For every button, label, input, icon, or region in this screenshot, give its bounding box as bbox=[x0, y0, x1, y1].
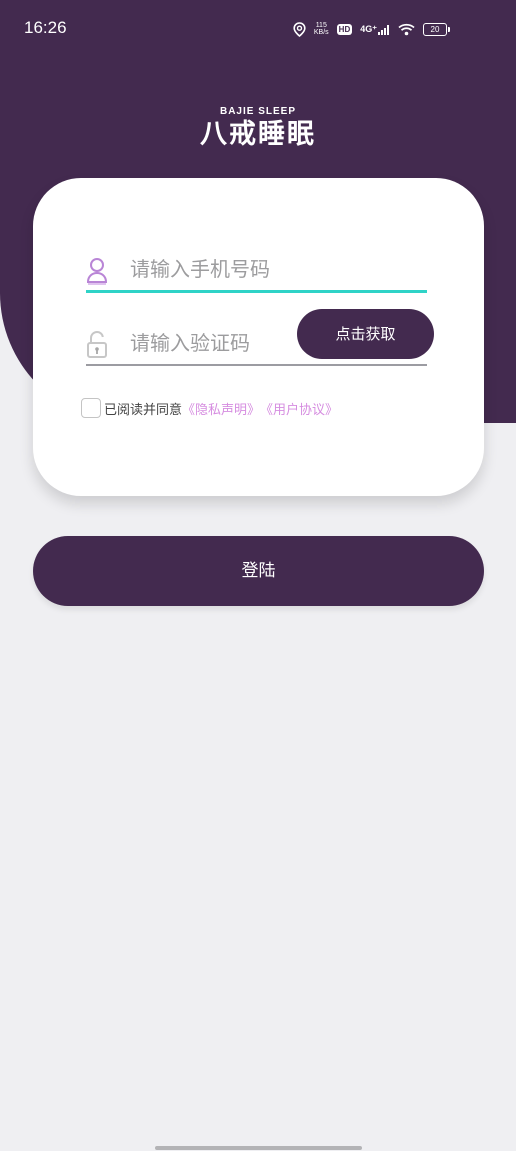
logo-chinese: 八戒睡眠 bbox=[200, 119, 316, 150]
get-code-button[interactable]: 点击获取 bbox=[297, 309, 434, 359]
location-icon bbox=[293, 21, 306, 37]
lock-icon bbox=[87, 330, 107, 358]
terms-link[interactable]: 《用户协议》 bbox=[260, 399, 338, 418]
login-button[interactable]: 登陆 bbox=[33, 536, 484, 606]
network-speed-value: 115 bbox=[315, 22, 327, 29]
status-bar: 16:26 115 KB/s HD 4G⁺ 20 bbox=[0, 0, 516, 56]
app-logo: BAJIE SLEEP 八戒睡眠 bbox=[0, 106, 516, 152]
agree-checkbox[interactable] bbox=[81, 398, 101, 418]
status-icons: 115 KB/s HD 4G⁺ 20 bbox=[293, 18, 450, 40]
home-indicator[interactable] bbox=[155, 1146, 362, 1150]
network-type: 4G⁺ bbox=[360, 23, 377, 34]
privacy-link[interactable]: 《隐私声明》 bbox=[182, 399, 260, 418]
phone-field bbox=[86, 246, 427, 293]
network-speed: 115 KB/s bbox=[314, 22, 329, 36]
agree-text: 已阅读并同意 bbox=[104, 402, 183, 418]
logo-english: BAJIE SLEEP bbox=[219, 106, 297, 117]
battery-icon: 20 bbox=[423, 22, 450, 36]
hd-icon: HD bbox=[336, 23, 353, 35]
wifi-icon bbox=[398, 23, 415, 35]
network-speed-unit: KB/s bbox=[313, 29, 329, 36]
login-card: 点击获取 已阅读并同意 《隐私声明》 《用户协议》 bbox=[33, 178, 484, 496]
signal-icon: 4G⁺ bbox=[360, 24, 390, 35]
phone-input[interactable] bbox=[130, 251, 310, 287]
code-input[interactable] bbox=[130, 325, 310, 361]
user-icon bbox=[86, 258, 108, 285]
battery-level: 20 bbox=[423, 22, 447, 36]
agreement-row: 已阅读并同意 《隐私声明》 《用户协议》 bbox=[81, 398, 338, 418]
status-time: 16:26 bbox=[24, 18, 67, 37]
